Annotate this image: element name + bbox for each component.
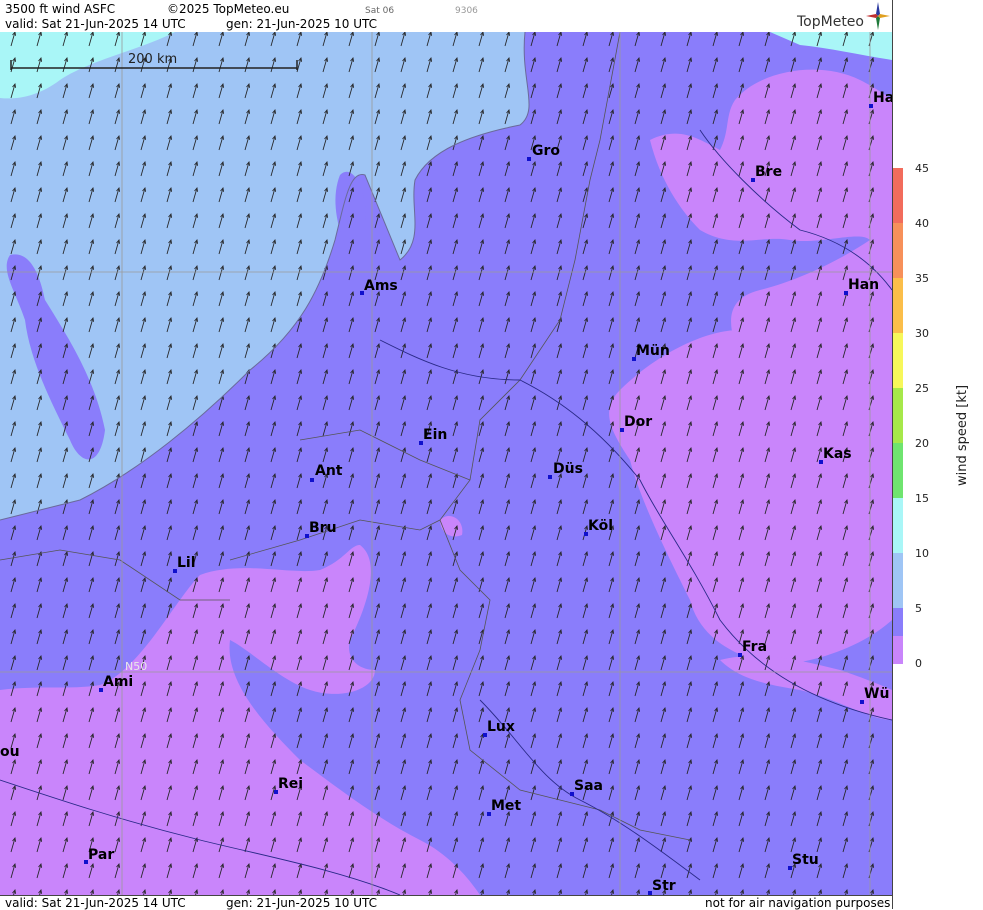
city-stu: Stu xyxy=(792,852,819,868)
city-lux: Lux xyxy=(487,719,515,735)
colorbar-tick-20: 20 xyxy=(915,437,929,450)
map-footer: valid: Sat 21-Jun-2025 14 UTC gen: 21-Ju… xyxy=(0,895,892,910)
colorbar-title: wind speed [kt] xyxy=(955,384,971,487)
city-mun: Mün xyxy=(636,343,670,359)
colorbar-tick-45: 45 xyxy=(915,162,929,175)
city-ou: ou xyxy=(0,744,20,760)
footer-valid-time: valid: Sat 21-Jun-2025 14 UTC xyxy=(5,896,186,910)
colorbar-tick-10: 10 xyxy=(915,547,929,560)
city-par: Par xyxy=(88,847,115,863)
small-code-2: 9306 xyxy=(455,6,478,16)
city-ha: Ha xyxy=(873,90,895,106)
city-gro: Gro xyxy=(532,143,561,159)
city-ami: Ami xyxy=(103,674,134,690)
latitude-label: N50 xyxy=(125,660,148,673)
city-wu: Wü xyxy=(864,686,890,702)
city-han: Han xyxy=(848,277,880,293)
colorbar-tick-15: 15 xyxy=(915,492,929,505)
wind-map: 200 km N50 xyxy=(0,32,892,895)
city-dor: Dor xyxy=(624,414,653,430)
map-header: 3500 ft wind ASFC ©2025 TopMeteo.eu Sat … xyxy=(0,0,892,33)
colorbar-tick-35: 35 xyxy=(915,272,929,285)
city-saa: Saa xyxy=(574,778,603,794)
city-ams: Ams xyxy=(364,278,398,294)
product-title: 3500 ft wind ASFC xyxy=(5,2,116,16)
generated-time: gen: 21-Jun-2025 10 UTC xyxy=(226,17,378,31)
copyright-text: ©2025 TopMeteo.eu xyxy=(167,2,290,16)
topmeteo-logo-text: TopMeteo xyxy=(797,14,864,30)
footer-generated-time: gen: 21-Jun-2025 10 UTC xyxy=(226,896,378,910)
wind-arrows xyxy=(0,32,892,895)
city-ant: Ant xyxy=(315,463,343,479)
city-rei: Rei xyxy=(278,776,304,792)
city-kas: Kas xyxy=(823,446,852,462)
small-code-1: Sat 06 xyxy=(365,6,395,16)
colorbar-tick-0: 0 xyxy=(915,657,922,670)
colorbar-tick-30: 30 xyxy=(915,327,929,340)
valid-time: valid: Sat 21-Jun-2025 14 UTC xyxy=(5,17,186,31)
wind-speed-colorbar xyxy=(893,168,903,664)
colorbar-tick-25: 25 xyxy=(915,382,929,395)
city-fra: Fra xyxy=(742,639,768,655)
wind-map-canvas xyxy=(0,32,892,895)
colorbar-tick-40: 40 xyxy=(915,217,929,230)
city-bre: Bre xyxy=(755,164,783,180)
city-dus: Düs xyxy=(553,461,583,477)
footer-disclaimer: not for air navigation purposes xyxy=(705,896,891,910)
city-met: Met xyxy=(491,798,522,814)
city-ein: Ein xyxy=(423,427,448,443)
city-bru: Bru xyxy=(309,520,337,536)
colorbar-tick-5: 5 xyxy=(915,602,922,615)
scale-bar-label: 200 km xyxy=(128,52,178,67)
city-kol: Köl xyxy=(588,518,614,534)
city-str: Str xyxy=(652,878,676,894)
city-lil: Lil xyxy=(177,555,196,571)
compass-logo-icon xyxy=(866,2,890,30)
